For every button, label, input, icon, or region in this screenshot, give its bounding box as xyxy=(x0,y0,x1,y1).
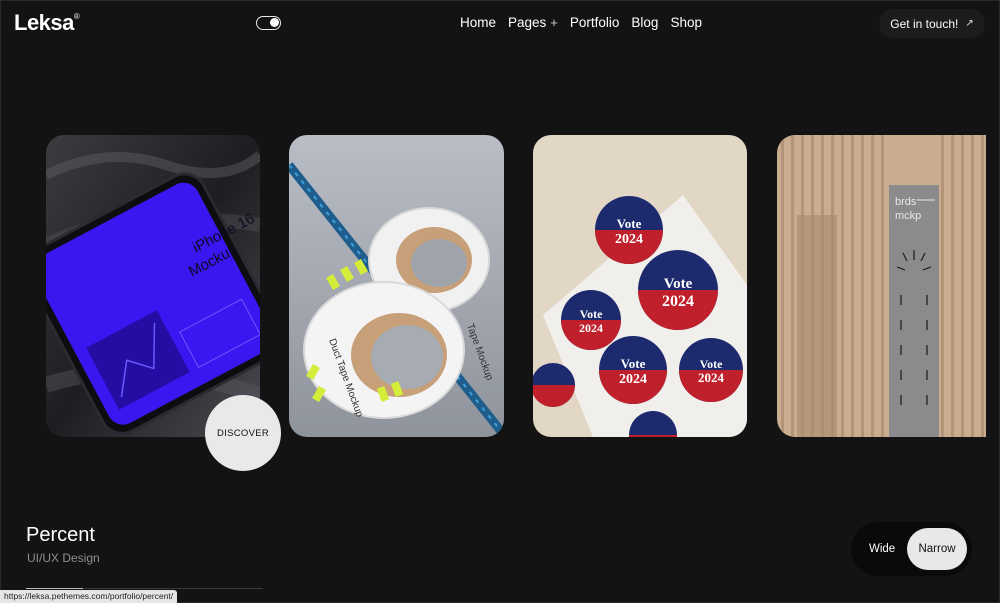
svg-text:mckp: mckp xyxy=(895,210,921,222)
duct-tape-mockup-image: Duct Tape Mockup Tape Mockup xyxy=(289,135,504,437)
svg-text:2024: 2024 xyxy=(662,293,694,310)
svg-text:2024: 2024 xyxy=(615,232,643,247)
arrow-up-right-icon: ↗ xyxy=(965,18,974,29)
portfolio-card-signage[interactable]: brds mckp xyxy=(777,135,986,437)
get-in-touch-button[interactable]: Get in touch! ↗ xyxy=(879,9,985,38)
discover-cursor-button[interactable]: DISCOVER xyxy=(205,395,281,471)
nav-item-shop[interactable]: Shop xyxy=(670,15,702,30)
toggle-knob xyxy=(270,18,279,27)
iphone-mockup-image: iPhone 16 Mockup xyxy=(46,135,260,437)
svg-text:Vote: Vote xyxy=(621,356,646,371)
svg-text:Vote: Vote xyxy=(664,276,693,292)
portfolio-card-duct-tape[interactable]: Duct Tape Mockup Tape Mockup xyxy=(289,135,504,437)
portfolio-card-vote-stickers[interactable]: Vote 2024 Vote 2024 Vote 2024 Vote 2024 … xyxy=(533,135,747,437)
svg-text:2024: 2024 xyxy=(619,372,647,387)
signage-mockup-image: brds mckp xyxy=(777,135,986,437)
layout-narrow-button[interactable]: Narrow xyxy=(907,528,967,570)
svg-text:Vote: Vote xyxy=(617,216,642,231)
svg-text:Vote: Vote xyxy=(700,357,724,371)
main-nav: Home Pages + Portfolio Blog Shop xyxy=(460,15,702,30)
project-category: UI/UX Design xyxy=(27,551,100,565)
nav-item-pages[interactable]: Pages + xyxy=(508,15,558,30)
nav-item-portfolio[interactable]: Portfolio xyxy=(570,15,620,30)
layout-switch: Wide Narrow xyxy=(851,522,972,576)
theme-toggle[interactable] xyxy=(256,16,281,30)
vote-sticker-mockup-image: Vote 2024 Vote 2024 Vote 2024 Vote 2024 … xyxy=(533,135,747,437)
layout-wide-button[interactable]: Wide xyxy=(869,543,895,555)
nav-item-blog[interactable]: Blog xyxy=(631,15,658,30)
nav-item-home[interactable]: Home xyxy=(460,15,496,30)
logo[interactable]: Leksa® xyxy=(14,10,80,36)
project-title[interactable]: Percent xyxy=(26,524,95,547)
portfolio-card-iphone[interactable]: iPhone 16 Mockup xyxy=(46,135,260,437)
slider-progress-bar xyxy=(26,588,263,589)
svg-text:2024: 2024 xyxy=(698,370,725,385)
svg-text:Vote: Vote xyxy=(580,307,604,321)
slider-progress-fill xyxy=(26,588,83,589)
plus-icon: + xyxy=(550,15,558,30)
status-bar-url: https://leksa.pethemes.com/portfolio/per… xyxy=(0,590,178,603)
svg-text:brds: brds xyxy=(895,196,917,208)
svg-text:2024: 2024 xyxy=(579,321,603,335)
